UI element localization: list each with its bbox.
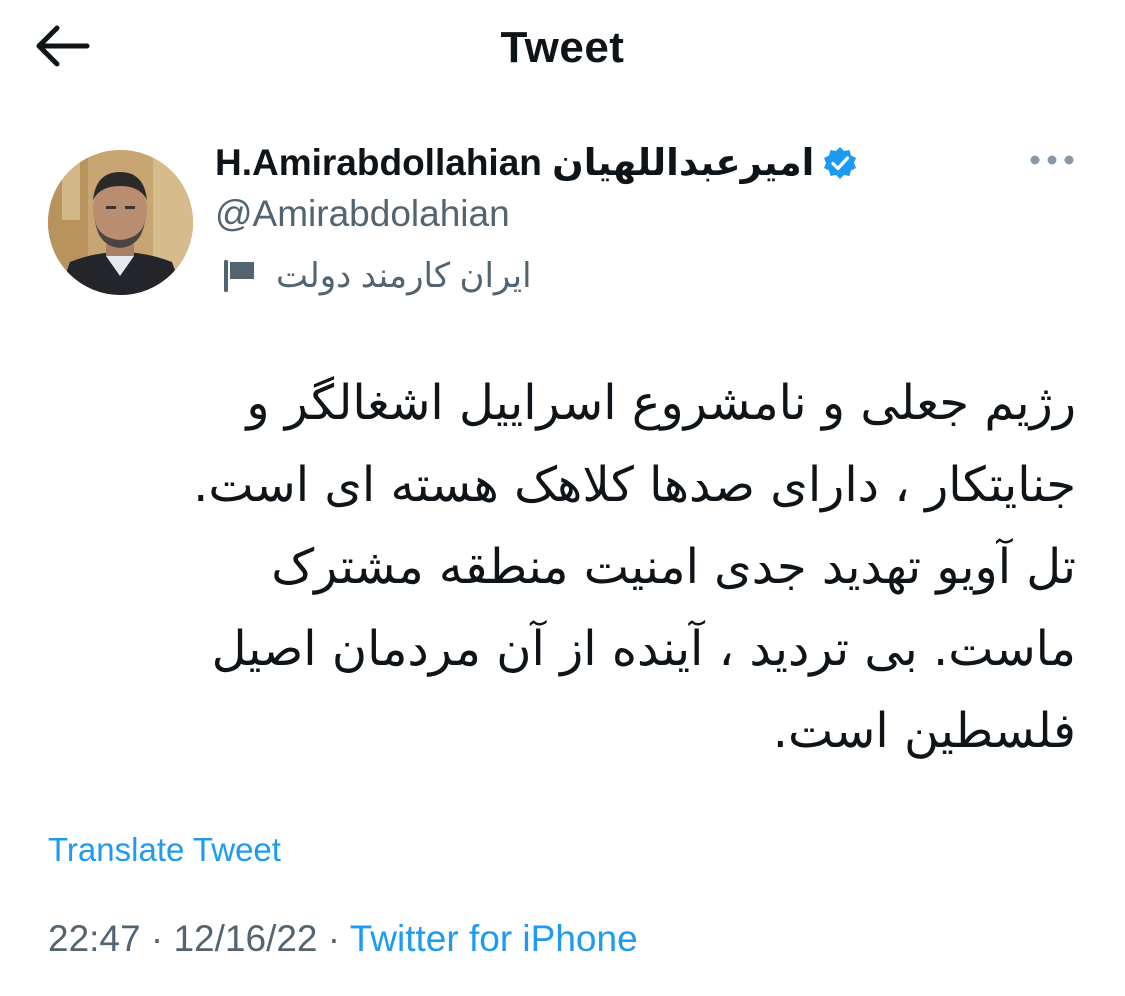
tweet-text-line: تل آویو تهدید جدی امنیت منطقه مشترک xyxy=(271,539,1076,595)
meta-separator: · xyxy=(140,918,174,959)
tweet-text-line: رژیم جعلی و نامشروع اسراییل اشغالگر و xyxy=(246,375,1076,431)
translate-tweet-link[interactable]: Translate Tweet xyxy=(48,828,281,872)
tweet-metadata: 22:47 · 12/16/22 · Twitter for iPhone xyxy=(48,912,638,966)
page-title: Tweet xyxy=(500,23,625,72)
tweet-source-link[interactable]: Twitter for iPhone xyxy=(350,918,638,959)
author-display-name[interactable]: H.Amirabdollahian امیرعبداللهیان xyxy=(215,138,814,188)
flag-icon xyxy=(220,257,258,295)
account-label: ایران کارمند دولت xyxy=(220,252,532,300)
tweet-time: 22:47 xyxy=(48,918,141,959)
more-options-button[interactable] xyxy=(1026,144,1078,180)
tweet-text-line: فلسطین است. xyxy=(772,703,1076,759)
author-name-row[interactable]: H.Amirabdollahian امیرعبداللهیان xyxy=(215,138,858,188)
tweet-text-line: ماست. بی تردید ، آینده از آن مردمان اصیل xyxy=(211,621,1076,677)
author-handle[interactable]: @Amirabdolahian xyxy=(215,190,510,238)
tweet-text: رژیم جعلی و نامشروع اسراییل اشغالگر و جن… xyxy=(46,362,1076,772)
more-horizontal-icon xyxy=(1029,153,1075,171)
top-bar: Tweet xyxy=(0,0,1125,100)
verified-badge-icon xyxy=(822,145,858,181)
tweet-date: 12/16/22 xyxy=(173,918,318,959)
account-label-text: ایران کارمند دولت xyxy=(276,257,532,295)
tweet-text-line: جنایتکار ، دارای صدها کلاهک هسته ای است. xyxy=(193,457,1076,513)
meta-separator: · xyxy=(317,918,350,959)
avatar[interactable] xyxy=(48,150,193,295)
